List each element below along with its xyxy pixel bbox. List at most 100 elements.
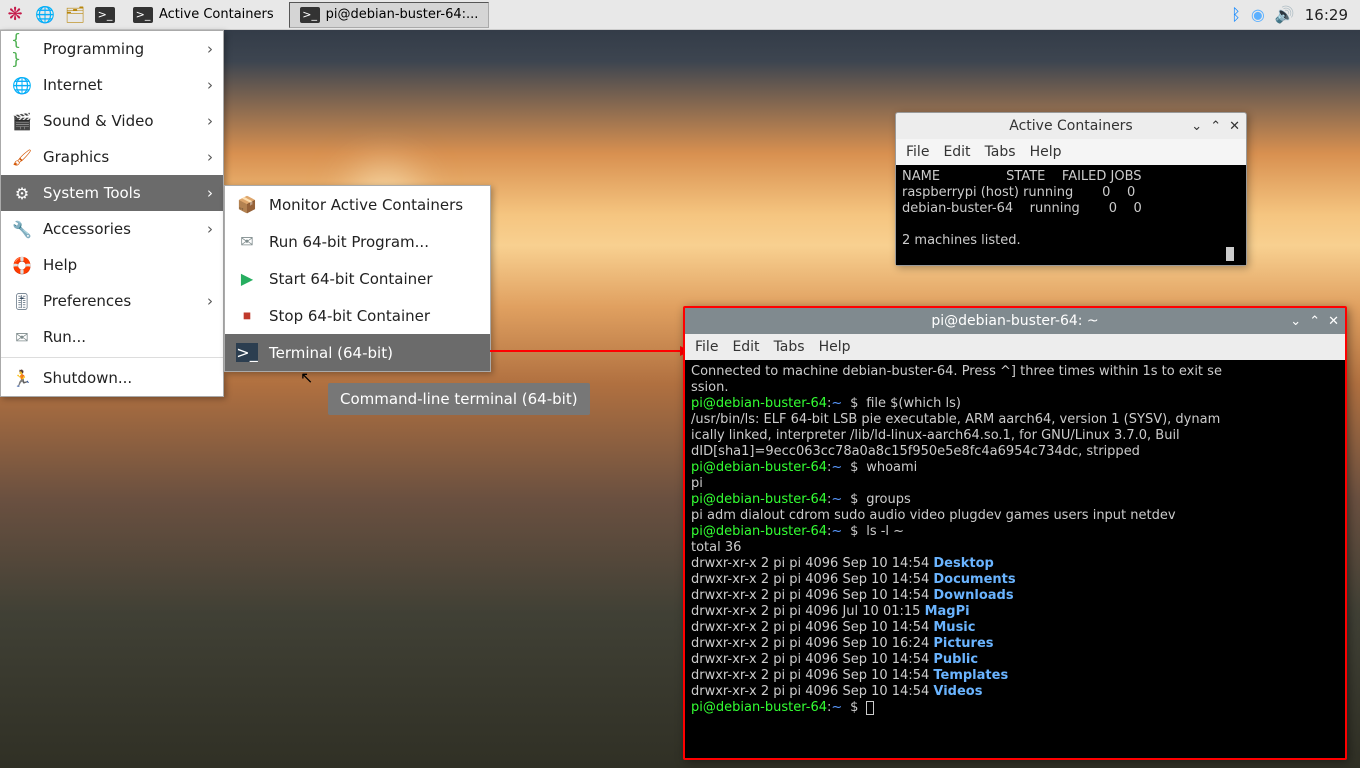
submenu-item-terminal-64bit[interactable]: >_ Terminal (64-bit) <box>225 334 490 371</box>
terminal-launcher[interactable]: >_ <box>90 0 120 30</box>
menubar-help[interactable]: Help <box>819 339 851 355</box>
maximize-button[interactable]: ⌃ <box>1210 119 1221 134</box>
file-manager-launcher[interactable]: 🗂 <box>60 0 90 30</box>
terminal-output[interactable]: NAME STATE FAILED JOBS raspberrypi (host… <box>896 165 1246 265</box>
menubar-file[interactable]: File <box>906 144 929 160</box>
term-line: 2 machines listed. <box>902 233 1021 248</box>
menu-item-label: Sound & Video <box>43 112 154 130</box>
window-menubar: File Edit Tabs Help <box>896 139 1246 165</box>
chevron-right-icon: › <box>207 184 213 202</box>
submenu-item-monitor-containers[interactable]: 📦 Monitor Active Containers <box>225 186 490 223</box>
terminal-icon: >_ <box>133 7 153 23</box>
gear-icon: ⚙ <box>11 182 33 204</box>
browser-launcher[interactable]: 🌐 <box>30 0 60 30</box>
window-titlebar[interactable]: pi@debian-buster-64: ~ ⌄ ⌃ ✕ <box>685 308 1345 334</box>
bluetooth-icon[interactable]: ᛒ <box>1231 5 1241 24</box>
menu-item-label: System Tools <box>43 184 141 202</box>
minimize-button[interactable]: ⌄ <box>1290 314 1301 329</box>
terminal-cursor <box>1226 247 1234 261</box>
help-icon: 🛟 <box>11 254 33 276</box>
exit-icon: 🏃 <box>11 367 33 389</box>
term-line: pi adm dialout cdrom sudo audio video pl… <box>691 508 1176 523</box>
menubar-file[interactable]: File <box>695 339 718 355</box>
dir-name: Pictures <box>933 636 993 651</box>
term-line: debian-buster-64 running 0 0 <box>902 201 1142 216</box>
menubar-edit[interactable]: Edit <box>732 339 759 355</box>
film-icon: 🎬 <box>11 110 33 132</box>
taskbar-entry-label: Active Containers <box>159 7 274 22</box>
menu-item-shutdown[interactable]: 🏃 Shutdown... <box>1 360 223 396</box>
menu-item-system-tools[interactable]: ⚙ System Tools › <box>1 175 223 211</box>
submenu-item-label: Terminal (64-bit) <box>269 344 393 362</box>
window-titlebar[interactable]: Active Containers ⌄ ⌃ ✕ <box>896 113 1246 139</box>
globe-icon: 🌐 <box>35 5 55 24</box>
menu-item-programming[interactable]: { }Programming› <box>1 31 223 67</box>
chevron-right-icon: › <box>207 40 213 58</box>
close-button[interactable]: ✕ <box>1328 314 1339 329</box>
terminal-output[interactable]: Connected to machine debian-buster-64. P… <box>685 360 1345 758</box>
submenu-item-run-64bit[interactable]: ✉ Run 64-bit Program... <box>225 223 490 260</box>
term-line: ically linked, interpreter /lib/ld-linux… <box>691 428 1180 443</box>
term-line: dID[sha1]=9ecc063cc78a0a8c15f950e5e8fc4a… <box>691 444 1140 459</box>
tooltip: Command-line terminal (64-bit) <box>328 383 590 415</box>
menu-item-label: Shutdown... <box>43 369 132 387</box>
menu-item-internet[interactable]: 🌐Internet› <box>1 67 223 103</box>
window-active-containers: Active Containers ⌄ ⌃ ✕ File Edit Tabs H… <box>895 112 1247 266</box>
submenu-item-start-container[interactable]: ▶Start 64-bit Container <box>225 260 490 297</box>
menubar-help[interactable]: Help <box>1030 144 1062 160</box>
menubar-tabs[interactable]: Tabs <box>774 339 805 355</box>
taskbar-entry-pi-debian[interactable]: >_ pi@debian-buster-64:... <box>289 2 490 28</box>
chevron-right-icon: › <box>207 148 213 166</box>
paper-plane-icon: ✉ <box>11 326 33 348</box>
clock[interactable]: 16:29 <box>1305 6 1348 24</box>
term-line: Connected to machine debian-buster-64. P… <box>691 364 1222 379</box>
taskbar: ❋ 🌐 🗂 >_ >_ Active Containers >_ pi@debi… <box>0 0 1360 30</box>
chevron-right-icon: › <box>207 112 213 130</box>
brush-icon: 🖌 <box>11 146 33 168</box>
tool-icon: 🔧 <box>11 218 33 240</box>
menubar-tabs[interactable]: Tabs <box>985 144 1016 160</box>
submenu-item-label: Run 64-bit Program... <box>269 233 429 251</box>
dir-name: Templates <box>933 668 1008 683</box>
annotation-arrow <box>490 350 680 352</box>
close-button[interactable]: ✕ <box>1229 119 1240 134</box>
paper-plane-icon: ✉ <box>235 230 259 254</box>
prompt-user: pi@debian-buster-64 <box>691 396 827 411</box>
submenu-item-label: Monitor Active Containers <box>269 196 463 214</box>
menu-item-help[interactable]: 🛟Help <box>1 247 223 283</box>
menu-item-label: Internet <box>43 76 103 94</box>
menu-item-graphics[interactable]: 🖌Graphics› <box>1 139 223 175</box>
menu-item-label: Preferences <box>43 292 131 310</box>
window-title: pi@debian-buster-64: ~ <box>931 313 1098 329</box>
menu-item-label: Accessories <box>43 220 131 238</box>
dir-name: Music <box>933 620 975 635</box>
taskbar-entry-label: pi@debian-buster-64:... <box>326 7 479 22</box>
app-menu-button[interactable]: ❋ <box>0 0 30 30</box>
cmd: ls -l ~ <box>866 524 904 539</box>
menu-item-preferences[interactable]: 🎚Preferences› <box>1 283 223 319</box>
terminal-icon: >_ <box>95 7 115 23</box>
taskbar-entry-active-containers[interactable]: >_ Active Containers <box>122 2 285 28</box>
minimize-button[interactable]: ⌄ <box>1191 119 1202 134</box>
system-tools-submenu: 📦 Monitor Active Containers ✉ Run 64-bit P… <box>224 185 491 372</box>
menu-item-sound-video[interactable]: 🎬 Sound & Video › <box>1 103 223 139</box>
window-terminal-64bit: pi@debian-buster-64: ~ ⌄ ⌃ ✕ File Edit T… <box>683 306 1347 760</box>
window-title: Active Containers <box>1009 118 1132 134</box>
box-icon: 📦 <box>235 193 259 217</box>
menu-item-label: Run... <box>43 328 86 346</box>
submenu-item-stop-container[interactable]: ⏹Stop 64-bit Container <box>225 297 490 334</box>
menubar-edit[interactable]: Edit <box>943 144 970 160</box>
volume-icon[interactable]: 🔊 <box>1275 5 1295 24</box>
term-line: NAME STATE FAILED JOBS <box>902 169 1142 184</box>
term-line: ssion. <box>691 380 728 395</box>
term-line: total 36 <box>691 540 741 555</box>
menu-item-accessories[interactable]: 🔧Accessories› <box>1 211 223 247</box>
terminal-64-icon: >_ <box>236 343 257 362</box>
terminal-icon: >_ <box>300 7 320 23</box>
menu-item-run[interactable]: ✉ Run... <box>1 319 223 355</box>
wifi-icon[interactable]: ◉ <box>1251 5 1265 24</box>
application-menu: { }Programming› 🌐Internet› 🎬 Sound & Vide… <box>0 30 224 397</box>
submenu-item-label: Stop 64-bit Container <box>269 307 430 325</box>
dir-name: Downloads <box>933 588 1013 603</box>
maximize-button[interactable]: ⌃ <box>1309 314 1320 329</box>
